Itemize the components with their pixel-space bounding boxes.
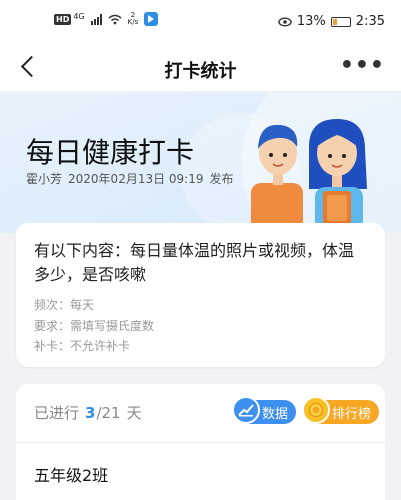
publish-datetime: 2020年02月13日 09:19 — [68, 172, 204, 186]
notification-app-icon — [144, 12, 159, 26]
nav-bar: 打卡统计 ••• — [0, 44, 401, 92]
students-illustration — [251, 119, 367, 231]
publish-meta: 霍小芳 2020年02月13日 09:19 发布 — [26, 170, 234, 187]
rule-frequency: 频次：每天 — [34, 298, 95, 312]
medal-icon — [302, 396, 330, 424]
class-name[interactable]: 五年级2班 — [34, 462, 108, 486]
progress-card: 已进行 3 /21 天 数据 排行榜 五年级2班 — [16, 384, 385, 500]
rule-makeup: 补卡：不允许补卡 — [34, 339, 131, 353]
rule-requirement: 要求：需填写摄氏度数 — [34, 319, 155, 333]
data-button-label: 数据 — [262, 406, 289, 422]
clock: 2:35 — [355, 14, 385, 29]
status-bar: HD 4G 2 K/s 13% 2:35 — [0, 0, 401, 44]
task-description: 有以下内容：每日量体温的照片或视频，体温多少，是否咳嗽 — [34, 241, 355, 284]
data-button[interactable]: 数据 — [232, 396, 297, 424]
divider — [16, 442, 385, 443]
progress-prefix: 已进行 — [34, 404, 80, 422]
battery-percent: 13% — [296, 14, 326, 29]
status-right: 13% 2:35 — [278, 14, 385, 29]
ranking-button-label: 排行榜 — [332, 406, 372, 422]
more-options-icon[interactable]: ••• — [340, 55, 385, 77]
speed-unit: K/s — [127, 18, 139, 26]
hero-banner: 每日健康打卡 霍小芳 2020年02月13日 09:19 发布 — [0, 93, 401, 233]
wifi-icon — [108, 14, 122, 24]
progress-current-day: 3 — [85, 404, 96, 422]
eye-icon — [278, 17, 292, 26]
task-detail-card: 有以下内容：每日量体温的照片或视频，体温多少，是否咳嗽 频次：每天 要求：需填写… — [16, 223, 385, 367]
status-left: HD 4G 2 K/s — [54, 11, 159, 26]
progress-total-days: /21 — [96, 404, 121, 422]
network-gen: 4G — [73, 11, 85, 21]
chart-icon — [232, 396, 260, 424]
progress-unit: 天 — [126, 404, 142, 422]
signal-icon — [90, 13, 102, 25]
network-speed: 2 K/s — [128, 12, 139, 26]
battery-icon — [330, 16, 351, 27]
progress-text: 已进行 3 /21 天 — [34, 402, 142, 423]
checkin-title: 每日健康打卡 — [26, 136, 195, 169]
network-hd-badge: HD — [54, 13, 72, 25]
publish-action: 发布 — [209, 172, 234, 186]
author-name: 霍小芳 — [26, 172, 63, 186]
ranking-button[interactable]: 排行榜 — [302, 396, 380, 424]
